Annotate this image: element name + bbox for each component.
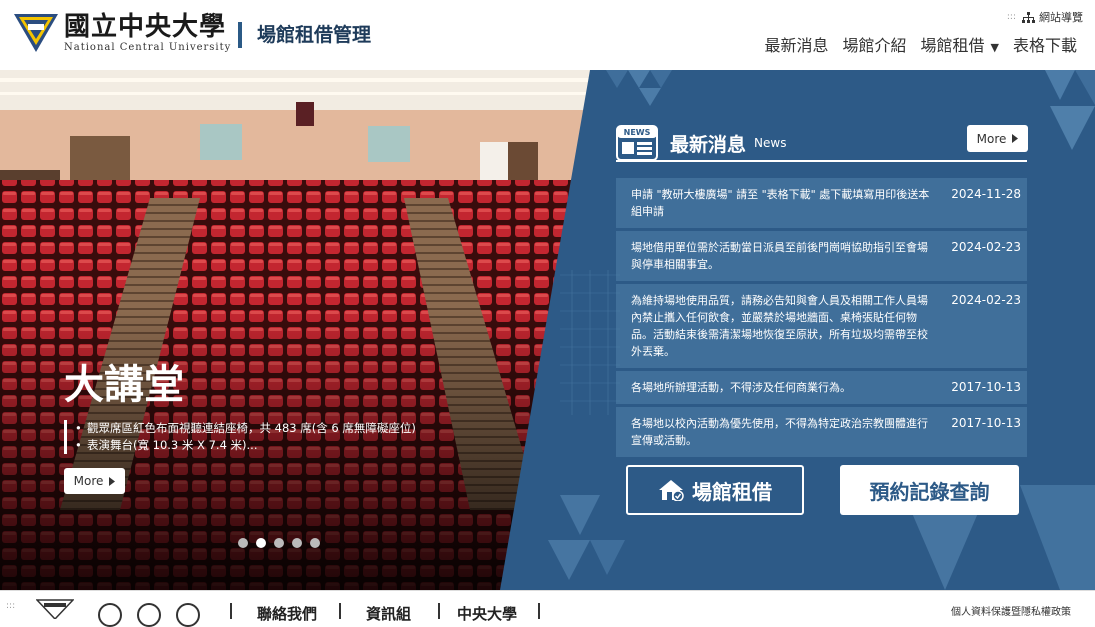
phone-icon[interactable] [137, 603, 161, 627]
nav-item-venues[interactable]: 場館介紹 [842, 32, 906, 56]
hero-banner: 大講堂 觀眾席區紅色布面視聽連結座椅，共 483 席(含 6 席無障礙座位) 表… [0, 70, 1095, 590]
footer-link-contact[interactable]: 聯絡我們 [257, 605, 317, 623]
site-title: 場館租借管理 [257, 24, 372, 46]
nav-item-rental[interactable]: 場館租借 ▼ [921, 32, 999, 56]
news-list: 申請 "教研大樓廣場" 請至 "表格下載" 處下載填寫用印後送本組申請 2024… [616, 178, 1027, 460]
hero-bullet: 觀眾席區紅色布面視聽連結座椅，共 483 席(含 6 席無障礙座位) [75, 420, 416, 437]
university-name-cn: 國立中央大學 [64, 12, 227, 42]
slide-dot[interactable] [274, 538, 284, 548]
news-item-date: 2024-02-23 [951, 240, 1021, 254]
venue-rental-button[interactable]: 場館租借 [626, 465, 804, 515]
slide-dot[interactable] [292, 538, 302, 548]
accesskey-marker[interactable]: ::: [1007, 12, 1016, 22]
news-item-text: 申請 "教研大樓廣場" 請至 "表格下載" 處下載填寫用印後送本組申請 [631, 188, 930, 218]
fax-icon[interactable] [176, 603, 200, 627]
location-icon[interactable] [98, 603, 122, 627]
house-check-icon [659, 480, 684, 501]
hero-title: 大講堂 [64, 362, 184, 408]
footer-divider [438, 603, 440, 619]
news-header: NEWS 最新消息 News [616, 125, 1027, 162]
slide-dot-active[interactable] [256, 538, 266, 548]
news-icon-text: NEWS [624, 128, 651, 137]
hero-description: 觀眾席區紅色布面視聽連結座椅，共 483 席(含 6 席無障礙座位) 表演舞台(… [64, 420, 416, 454]
slide-dot[interactable] [238, 538, 248, 548]
footer-divider [230, 603, 232, 619]
news-more-button[interactable]: More [967, 125, 1028, 152]
caret-down-icon: ▼ [990, 41, 999, 54]
sitemap-link[interactable]: ::: 網站導覽 [1007, 9, 1083, 25]
main-nav: 最新消息 場館介紹 場館租借 ▼ 表格下載 [764, 32, 1077, 56]
news-item-text: 為維持場地使用品質，請務必告知與會人員及相關工作人員場內禁止攜入任何飲食，並嚴禁… [631, 294, 928, 358]
news-item-text: 場地借用單位需於活動當日派員至前後門崗哨協助指引至會場與停車相關事宜。 [631, 241, 928, 271]
title-divider [238, 22, 242, 48]
news-item[interactable]: 場地借用單位需於活動當日派員至前後門崗哨協助指引至會場與停車相關事宜。 2024… [616, 231, 1027, 281]
hero-bullet: 表演舞台(寬 10.3 米 X 7.4 米)... [75, 437, 416, 454]
news-icon: NEWS [616, 125, 658, 161]
play-arrow-icon [109, 476, 116, 486]
footer-divider [339, 603, 341, 619]
university-logo[interactable]: 國立中央大學 National Central University [12, 12, 231, 54]
university-name-en: National Central University [64, 42, 232, 53]
news-item[interactable]: 為維持場地使用品質，請務必告知與會人員及相關工作人員場內禁止攜入任何飲食，並嚴禁… [616, 284, 1027, 368]
news-item[interactable]: 申請 "教研大樓廣場" 請至 "表格下載" 處下載填寫用印後送本組申請 2024… [616, 178, 1027, 228]
hero-more-label: More [73, 474, 104, 488]
site-footer: ::: 聯絡我們 資訊組 中央大學 個人資料保護暨隱私權政策 [0, 590, 1095, 627]
news-title: 最新消息 [670, 133, 747, 156]
play-arrow-icon [1012, 134, 1019, 143]
news-item[interactable]: 各場地以校內活動為優先使用，不得為特定政治宗教團體進行宣傳或活動。 2017-1… [616, 407, 1027, 457]
sitemap-icon [1022, 11, 1035, 23]
venue-rental-label: 場館租借 [692, 479, 772, 504]
news-item-text: 各場地所辦理活動，不得涉及任何商業行為。 [631, 381, 851, 394]
site-header: 國立中央大學 National Central University 場館租借管… [0, 0, 1095, 70]
news-item-text: 各場地以校內活動為優先使用，不得為特定政治宗教團體進行宣傳或活動。 [631, 417, 928, 447]
nav-item-news[interactable]: 最新消息 [764, 32, 828, 56]
news-subtitle: News [754, 136, 787, 150]
footer-divider [538, 603, 540, 619]
hero-more-button[interactable]: More [64, 468, 125, 494]
slide-indicators [238, 538, 320, 548]
university-emblem-icon [14, 14, 58, 52]
footer-link-ncu[interactable]: 中央大學 [457, 605, 517, 623]
news-item-date: 2017-10-13 [951, 380, 1021, 394]
news-item[interactable]: 各場地所辦理活動，不得涉及任何商業行為。 2017-10-13 [616, 371, 1027, 404]
slide-dot[interactable] [310, 538, 320, 548]
footer-link-it-section[interactable]: 資訊組 [366, 605, 411, 623]
nav-item-forms[interactable]: 表格下載 [1013, 32, 1077, 56]
news-more-label: More [976, 131, 1007, 146]
news-item-date: 2024-02-23 [951, 293, 1021, 307]
nav-item-rental-label: 場館租借 [920, 36, 985, 55]
news-item-date: 2024-11-28 [951, 187, 1021, 201]
footer-emblem-icon[interactable] [36, 599, 74, 619]
news-item-date: 2017-10-13 [951, 416, 1021, 430]
footer-accesskey[interactable]: ::: [6, 601, 15, 611]
sitemap-label: 網站導覽 [1039, 11, 1083, 24]
booking-query-button[interactable]: 預約記錄查詢 [840, 465, 1019, 515]
booking-query-label: 預約記錄查詢 [869, 479, 990, 504]
